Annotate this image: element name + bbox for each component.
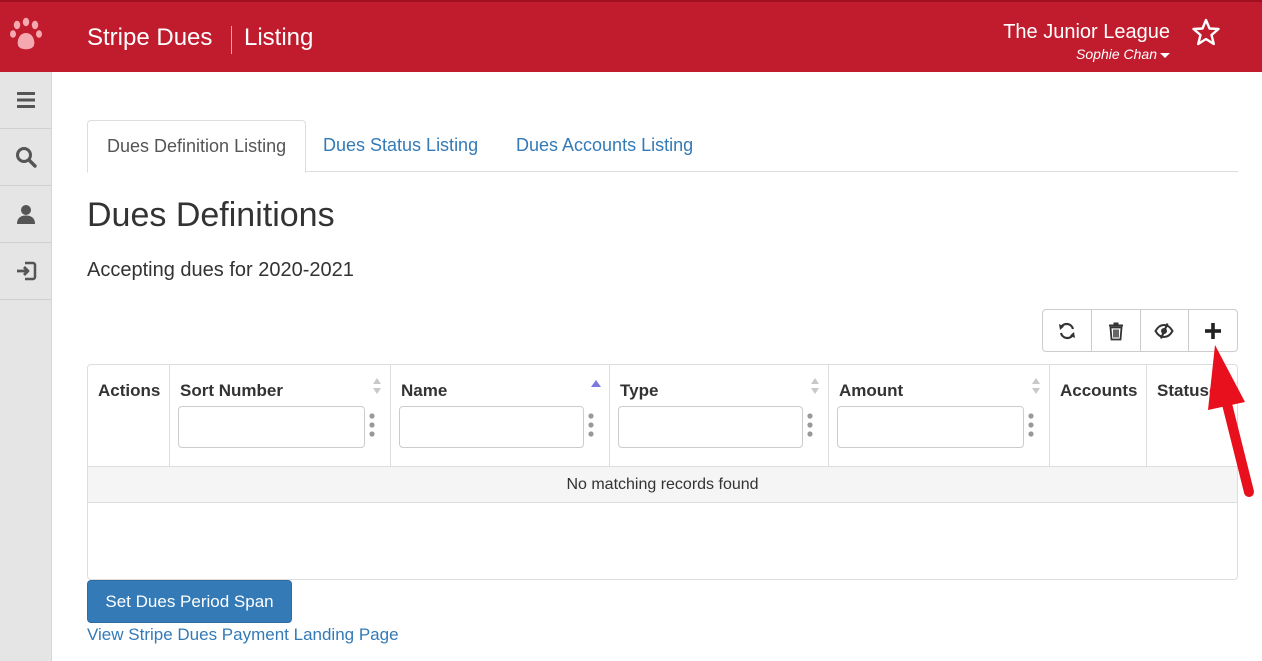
sidebar — [0, 72, 52, 661]
page-title: Dues Definitions — [87, 196, 335, 234]
app-title[interactable]: Stripe Dues — [87, 24, 212, 52]
tab-dues-status-listing[interactable]: Dues Status Listing — [304, 120, 497, 172]
paw-logo-icon[interactable] — [8, 16, 44, 56]
dues-period-subtitle: Accepting dues for 2020-2021 — [87, 259, 354, 281]
set-dues-period-span-button[interactable]: Set Dues Period Span — [87, 580, 292, 623]
search-icon — [15, 147, 37, 168]
plus-icon — [1205, 322, 1222, 339]
table-header: Actions Sort Number Name Type Amount Acc… — [88, 365, 1237, 467]
tab-dues-definition-listing[interactable]: Dues Definition Listing — [87, 120, 307, 173]
sidebar-item-logout[interactable] — [0, 243, 51, 300]
section-title: Listing — [244, 24, 314, 51]
user-name: Sophie Chan — [1076, 46, 1157, 62]
star-icon[interactable] — [1192, 18, 1220, 46]
delete-button[interactable] — [1092, 310, 1141, 351]
refresh-button[interactable] — [1043, 310, 1092, 351]
filter-options-icon[interactable] — [369, 413, 375, 437]
caret-down-icon — [1160, 52, 1170, 58]
column-header-accounts: Accounts — [1050, 365, 1147, 467]
trash-icon — [1108, 322, 1123, 340]
listing-tabs: Dues Definition Listing Dues Status List… — [87, 120, 1238, 173]
column-header-name[interactable]: Name — [391, 365, 610, 467]
organization-name: The Junior League — [1003, 21, 1170, 43]
toggle-columns-button[interactable] — [1141, 310, 1190, 351]
type-filter-input[interactable] — [618, 406, 803, 448]
annotation-arrow-icon — [1208, 345, 1254, 497]
column-header-amount[interactable]: Amount — [829, 365, 1050, 467]
column-label: Name — [401, 381, 448, 400]
amount-filter-input[interactable] — [837, 406, 1024, 448]
user-menu-toggle[interactable]: Sophie Chan — [1076, 46, 1170, 62]
column-header-type[interactable]: Type — [610, 365, 829, 467]
filter-options-icon[interactable] — [1028, 413, 1034, 437]
user-icon — [16, 205, 35, 224]
filter-options-icon[interactable] — [588, 413, 594, 437]
sort-number-filter-input[interactable] — [178, 406, 365, 448]
sort-both-icon[interactable] — [810, 377, 820, 395]
column-label: Type — [620, 381, 659, 400]
column-label: Amount — [839, 381, 904, 400]
empty-table-message: No matching records found — [88, 467, 1237, 503]
eye-slash-icon — [1154, 322, 1175, 339]
sort-both-icon[interactable] — [372, 377, 382, 395]
filter-options-icon[interactable] — [807, 413, 813, 437]
title-divider — [231, 26, 232, 54]
refresh-icon — [1058, 322, 1075, 339]
sidebar-item-user[interactable] — [0, 186, 51, 243]
sidebar-item-menu[interactable] — [0, 72, 51, 129]
payment-landing-page-link[interactable]: View Stripe Dues Payment Landing Page — [87, 625, 399, 645]
column-label: Actions — [98, 381, 161, 400]
sort-asc-icon[interactable] — [591, 377, 601, 395]
top-navbar: Stripe Dues Listing The Junior League So… — [0, 0, 1262, 72]
name-filter-input[interactable] — [399, 406, 584, 448]
dues-definitions-table: Actions Sort Number Name Type Amount Acc… — [87, 364, 1238, 580]
sidebar-item-search[interactable] — [0, 129, 51, 186]
sort-both-icon[interactable] — [1031, 377, 1041, 395]
menu-icon — [16, 92, 35, 108]
column-header-actions: Actions — [88, 365, 170, 467]
column-label: Sort Number — [180, 381, 283, 400]
column-label: Accounts — [1060, 381, 1138, 400]
tab-dues-accounts-listing[interactable]: Dues Accounts Listing — [497, 120, 712, 172]
column-header-sort-number[interactable]: Sort Number — [170, 365, 391, 467]
logout-icon — [16, 261, 36, 281]
